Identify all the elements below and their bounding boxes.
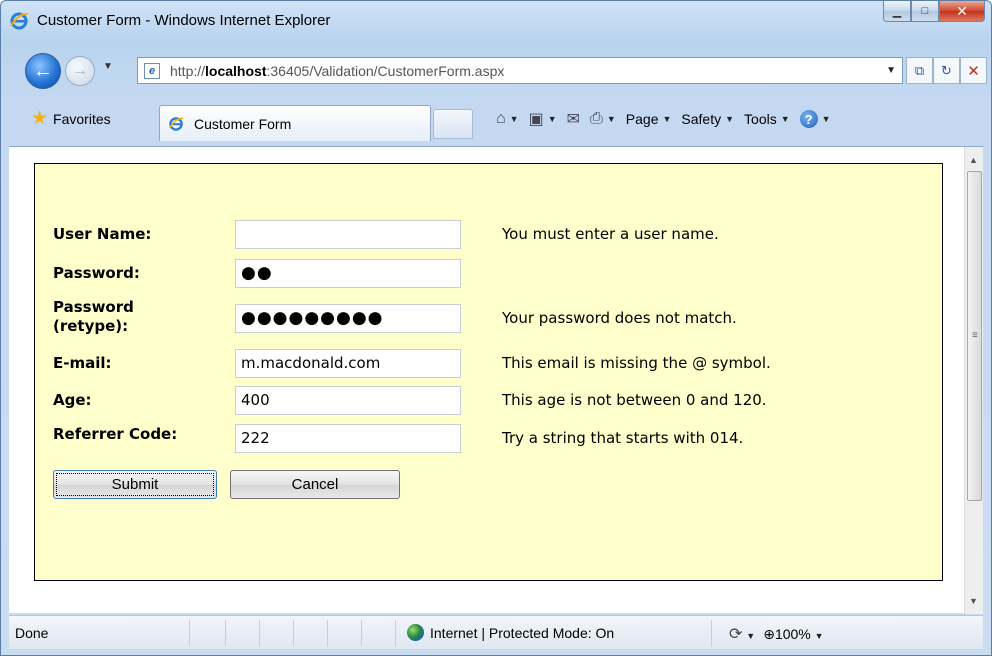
compatibility-view-icon: ⧉ — [914, 62, 925, 78]
page-menu-label: Page — [625, 111, 659, 127]
minimize-button[interactable]: ▁ — [883, 1, 911, 22]
favorites-button[interactable]: ★ Favorites — [31, 109, 111, 128]
command-bar: ★ Favorites Customer Form ⌂ ▼ ▣ ▼ ✉ ⎙ ▼ Pag… — [1, 97, 991, 143]
referrer-code-input[interactable]: 222 — [235, 424, 461, 453]
feeds-icon: ▣ — [528, 111, 544, 128]
password-label: Password: — [53, 264, 140, 282]
status-divider — [259, 620, 260, 646]
scroll-up-icon[interactable]: ▲ — [969, 155, 978, 165]
cancel-button[interactable]: Cancel — [230, 470, 400, 499]
referrer-code-error: Try a string that starts with 014. — [502, 429, 744, 447]
status-bar: Done Internet | Protected Mode: On ⟳ ▼ ⊕… — [9, 615, 983, 649]
email-label: E-mail: — [53, 354, 112, 372]
status-divider — [327, 620, 328, 646]
compatibility-view-button[interactable]: ⧉ — [906, 57, 933, 84]
status-divider — [711, 620, 712, 646]
zoom-level: 100% — [774, 625, 811, 642]
password-retype-input[interactable]: ●●●●●●●●● — [235, 304, 461, 333]
age-input[interactable]: 400 — [235, 386, 461, 415]
page-viewport: User Name: You must enter a user name. P… — [9, 146, 983, 614]
forward-arrow-icon: → — [72, 62, 88, 79]
status-divider — [225, 620, 226, 646]
status-divider — [361, 620, 362, 646]
age-label: Age: — [53, 391, 92, 409]
refresh-button[interactable]: ↻ — [933, 57, 960, 84]
username-label: User Name: — [53, 225, 152, 243]
email-input[interactable]: m.macdonald.com — [235, 349, 461, 378]
back-button[interactable]: ← — [25, 53, 61, 89]
refresh-icon: ↻ — [941, 62, 952, 78]
home-icon: ⌂ — [496, 110, 506, 127]
maximize-icon: □ — [921, 5, 929, 17]
recent-pages-dropdown[interactable]: ▼ — [103, 61, 113, 72]
password-retype-error: Your password does not match. — [502, 309, 737, 327]
customer-form-panel: User Name: You must enter a user name. P… — [34, 163, 943, 581]
close-icon: ✕ — [956, 2, 968, 19]
ie-logo-icon — [10, 12, 29, 30]
grip-icon: ≡ — [972, 330, 978, 341]
caption-buttons: ▁ □ ✕ — [883, 1, 985, 23]
address-dropdown[interactable]: ▼ — [886, 65, 896, 76]
print-icon: ⎙ — [590, 110, 603, 127]
security-zone-label: Internet | Protected Mode: On — [430, 624, 615, 641]
minimize-icon: ▁ — [892, 5, 902, 18]
tools-menu[interactable]: Tools ▼ — [744, 111, 790, 127]
page-menu[interactable]: Page ▼ — [626, 111, 672, 127]
feeds-button[interactable]: ▣ ▼ — [529, 109, 557, 129]
scroll-thumb[interactable]: ≡ — [967, 171, 982, 501]
status-divider — [189, 620, 190, 646]
help-button[interactable]: ? ▼ — [799, 110, 831, 128]
safety-menu-label: Safety — [681, 111, 722, 127]
address-url[interactable]: http://localhost:36405/Validation/Custom… — [170, 63, 504, 79]
favorites-star-icon: ★ — [31, 108, 49, 129]
safety-menu[interactable]: Safety ▼ — [681, 111, 734, 127]
password-input[interactable]: ●● — [235, 259, 461, 288]
security-zone[interactable]: Internet | Protected Mode: On — [407, 624, 614, 641]
referrer-code-label: Referrer Code: — [53, 425, 178, 443]
status-right: ⟳ ▼ ⊕100% ▼ — [729, 624, 824, 644]
tools-menu-label: Tools — [744, 111, 777, 127]
command-buttons: ⌂ ▼ ▣ ▼ ✉ ⎙ ▼ Page ▼ Safety ▼ Tools ▼ ? ▼ — [496, 109, 831, 129]
username-input[interactable] — [235, 220, 461, 249]
tab-customer-form[interactable]: Customer Form — [159, 105, 431, 141]
vertical-scrollbar[interactable]: ▲ ≡ ▼ — [964, 147, 983, 614]
print-button[interactable]: ⎙ ▼ — [590, 110, 616, 128]
username-error: You must enter a user name. — [502, 225, 719, 243]
address-row: ← → ▼ e http://localhost:36405/Validatio… — [1, 39, 991, 95]
stop-button[interactable]: ✕ — [960, 57, 987, 84]
stop-icon: ✕ — [967, 62, 980, 80]
status-text: Done — [15, 625, 49, 641]
zoom-button[interactable]: ⊕100% ▼ — [763, 626, 823, 643]
globe-icon — [407, 624, 424, 641]
zoom-icon: ⊕ — [763, 625, 775, 642]
address-buttons: ⧉ ↻ ✕ — [906, 57, 987, 84]
age-error: This age is not between 0 and 120. — [502, 391, 767, 409]
submit-button[interactable]: Submit — [53, 470, 217, 499]
address-bar[interactable]: e http://localhost:36405/Validation/Cust… — [137, 57, 903, 84]
mail-button[interactable]: ✉ — [567, 109, 580, 129]
protected-mode-icon: ⟳ — [729, 626, 743, 643]
close-button[interactable]: ✕ — [939, 1, 985, 22]
ie-logo-icon — [168, 117, 184, 131]
browser-window: Customer Form - Windows Internet Explore… — [0, 0, 992, 656]
email-error: This email is missing the @ symbol. — [502, 354, 771, 372]
status-divider — [395, 620, 396, 646]
password-retype-label: Password (retype): — [53, 298, 134, 335]
title-bar: Customer Form - Windows Internet Explore… — [1, 1, 991, 39]
back-arrow-icon: ← — [33, 59, 53, 82]
mail-icon: ✉ — [566, 111, 581, 128]
home-button[interactable]: ⌂ ▼ — [496, 110, 519, 128]
protected-mode-button[interactable]: ⟳ ▼ — [729, 624, 755, 644]
help-icon: ? — [799, 110, 818, 128]
maximize-button[interactable]: □ — [911, 1, 939, 22]
tab-label: Customer Form — [194, 116, 292, 132]
forward-button[interactable]: → — [65, 56, 95, 86]
favorites-label: Favorites — [53, 110, 111, 127]
page-icon: e — [144, 63, 160, 79]
window-title: Customer Form - Windows Internet Explore… — [37, 12, 331, 29]
status-divider — [293, 620, 294, 646]
new-tab-button[interactable] — [433, 109, 473, 139]
scroll-down-icon[interactable]: ▼ — [969, 596, 978, 606]
